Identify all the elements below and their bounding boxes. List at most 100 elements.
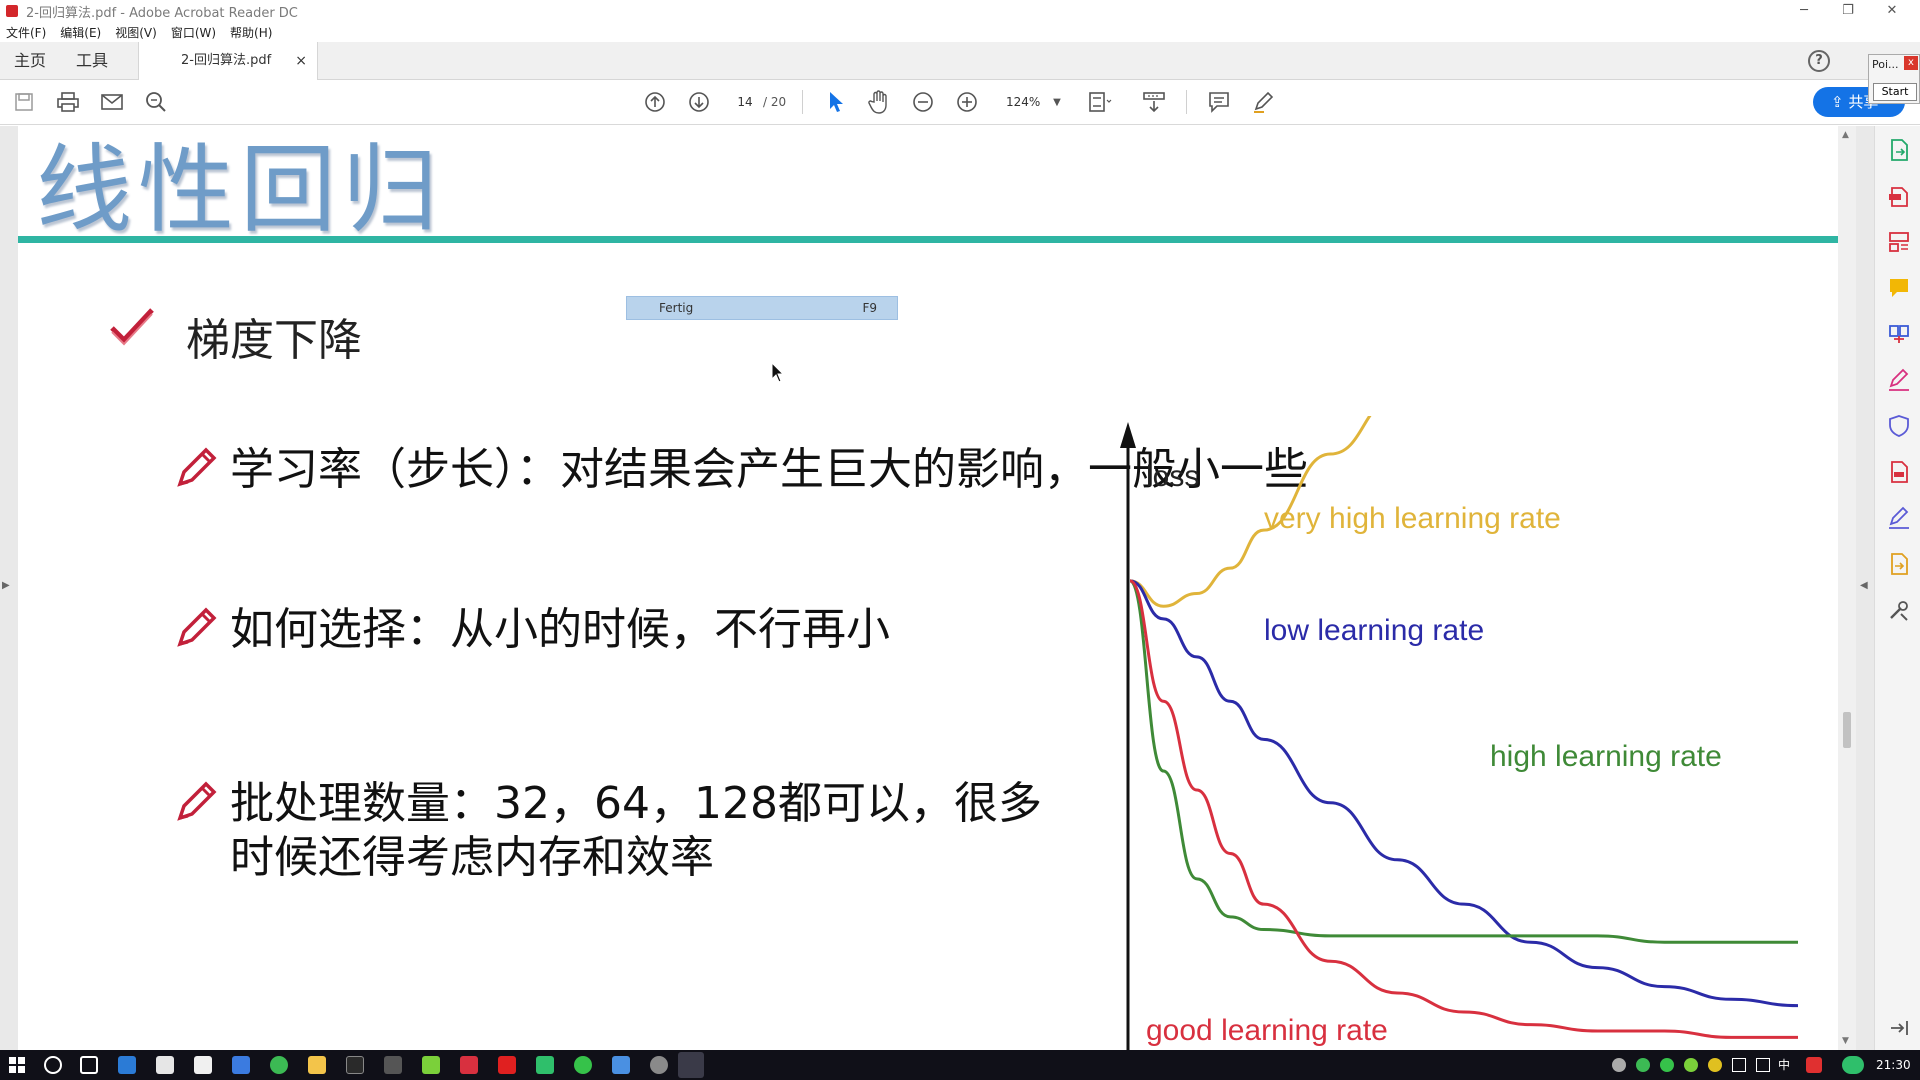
- browser-icon[interactable]: [270, 1056, 288, 1074]
- menu-help[interactable]: 帮助(H): [230, 24, 272, 41]
- cortana-search-icon[interactable]: [44, 1056, 62, 1074]
- series-label-high: high learning rate: [1490, 740, 1722, 773]
- previous-page-icon[interactable]: [641, 89, 669, 115]
- select-cursor-icon[interactable]: [822, 89, 850, 115]
- app-icon[interactable]: [460, 1056, 478, 1074]
- comment-tool-icon[interactable]: [1887, 276, 1911, 300]
- left-pane-toggle-icon[interactable]: ▶: [2, 580, 12, 596]
- scroll-down-icon[interactable]: ▼: [1842, 1036, 1849, 1046]
- tray-icon[interactable]: [1806, 1057, 1822, 1073]
- help-icon[interactable]: ?: [1808, 50, 1830, 72]
- heading-divider: [18, 236, 1838, 243]
- scroll-up-icon[interactable]: ▲: [1842, 130, 1849, 140]
- print-icon[interactable]: [54, 89, 82, 115]
- right-pane-toggle-icon[interactable]: ◀: [1860, 580, 1870, 596]
- export-pdf-icon[interactable]: [1887, 138, 1911, 162]
- pencil-icon: [177, 447, 217, 487]
- more-tools-icon[interactable]: [1887, 598, 1911, 622]
- loss-chart: loss very high learning rate low learnin…: [1120, 416, 1799, 1050]
- app-icon[interactable]: [650, 1056, 668, 1074]
- tray-wechat-icon[interactable]: [1660, 1058, 1674, 1072]
- series-line-3: [1129, 579, 1798, 1039]
- menu-edit[interactable]: 编辑(E): [60, 24, 101, 41]
- menu-view[interactable]: 视图(V): [115, 24, 157, 41]
- app-icon[interactable]: [612, 1056, 630, 1074]
- app-icon[interactable]: [384, 1056, 402, 1074]
- organize-pages-icon[interactable]: [1887, 230, 1911, 254]
- send-file-icon[interactable]: [1887, 552, 1911, 576]
- fill-sign-icon[interactable]: [1887, 368, 1911, 392]
- slide-heading: 线性回归: [36, 134, 444, 246]
- send-for-signature-icon[interactable]: [1887, 506, 1911, 530]
- combine-files-icon[interactable]: [1887, 322, 1911, 346]
- close-window-button[interactable]: ✕: [1870, 0, 1914, 22]
- mini-window-start-button[interactable]: Start: [1873, 83, 1917, 101]
- series-label-good: good learning rate: [1146, 1014, 1388, 1047]
- restore-button[interactable]: ❐: [1826, 0, 1870, 22]
- input-method-indicator[interactable]: 中: [1778, 1050, 1790, 1080]
- store-icon[interactable]: [156, 1056, 174, 1074]
- minimize-button[interactable]: ─: [1782, 0, 1826, 22]
- pdf-file-icon[interactable]: [1887, 460, 1911, 484]
- next-page-icon[interactable]: [685, 89, 713, 115]
- mouse-cursor-icon: [771, 362, 785, 383]
- chevron-down-icon[interactable]: ▼: [1043, 89, 1071, 115]
- tab-document-label: 2-回归算法.pdf: [181, 53, 272, 68]
- task-view-icon[interactable]: [80, 1056, 98, 1074]
- mail-icon[interactable]: [194, 1056, 212, 1074]
- vertical-scrollbar[interactable]: ▲ ▼: [1838, 126, 1856, 1050]
- tray-icon[interactable]: [1636, 1058, 1650, 1072]
- protect-shield-icon[interactable]: [1887, 414, 1911, 438]
- hand-tool-icon[interactable]: [865, 89, 893, 115]
- pencil-icon: [177, 781, 217, 821]
- collapse-pane-icon[interactable]: [1887, 1016, 1911, 1040]
- y-axis-arrow: [1120, 422, 1136, 448]
- save-icon[interactable]: [10, 89, 38, 115]
- series-label-low: low learning rate: [1264, 614, 1484, 647]
- status-popup-label: Fertig: [659, 301, 694, 315]
- active-app-icon[interactable]: [678, 1052, 704, 1078]
- menu-file[interactable]: 文件(F): [6, 24, 46, 41]
- pencil-icon: [177, 607, 217, 647]
- windows-start-icon[interactable]: [8, 1056, 26, 1074]
- right-tools-pane: [1874, 126, 1920, 1050]
- tab-tools[interactable]: 工具: [76, 42, 108, 80]
- file-explorer-icon[interactable]: [308, 1056, 326, 1074]
- wechat-icon[interactable]: [574, 1056, 592, 1074]
- tray-icon[interactable]: [1708, 1058, 1722, 1072]
- scrollbar-thumb[interactable]: [1843, 712, 1851, 748]
- create-pdf-icon[interactable]: [1887, 184, 1911, 208]
- tab-bar: 主页 工具 2-回归算法.pdf × ?: [0, 42, 1920, 81]
- share-icon: ⇪: [1831, 93, 1849, 111]
- menu-window[interactable]: 窗口(W): [171, 24, 216, 41]
- highlight-pen-icon[interactable]: [1249, 89, 1277, 115]
- email-icon[interactable]: [98, 89, 126, 115]
- volume-icon[interactable]: [1756, 1058, 1770, 1072]
- check-icon: [110, 308, 154, 346]
- app-icon[interactable]: [232, 1056, 250, 1074]
- terminal-icon[interactable]: [346, 1056, 364, 1074]
- app-icon[interactable]: [536, 1056, 554, 1074]
- tab-home[interactable]: 主页: [14, 42, 46, 80]
- comment-icon[interactable]: [1205, 89, 1233, 115]
- close-tab-icon[interactable]: ×: [295, 42, 307, 80]
- search-icon[interactable]: [142, 89, 170, 115]
- fit-page-icon[interactable]: [1086, 89, 1114, 115]
- tray-icon[interactable]: [1684, 1058, 1698, 1072]
- zoom-in-icon[interactable]: [953, 89, 981, 115]
- edge-browser-icon[interactable]: [118, 1056, 136, 1074]
- zoom-out-icon[interactable]: [909, 89, 937, 115]
- scroll-mode-icon[interactable]: [1140, 89, 1168, 115]
- page-number-input[interactable]: 14: [728, 92, 762, 112]
- tab-document[interactable]: 2-回归算法.pdf ×: [138, 42, 318, 81]
- mini-window-close-button[interactable]: x: [1904, 56, 1918, 70]
- tray-icon[interactable]: [1612, 1058, 1626, 1072]
- document-area: ▶ 线性回归 梯度下降 Fertig F9 学习率（步长）：对结果会产生巨大的影…: [0, 126, 1874, 1050]
- taskbar-clock: 21:30: [1876, 1058, 1911, 1072]
- tray-icon[interactable]: [1842, 1056, 1864, 1074]
- bullet-batch-size: 批处理数量：32，64，128都可以，很多: [230, 778, 1042, 829]
- acrobat-taskbar-icon[interactable]: [498, 1056, 516, 1074]
- network-icon[interactable]: [1732, 1058, 1746, 1072]
- bullet-batch-size-continued: 时候还得考虑内存和效率: [230, 832, 714, 883]
- app-icon[interactable]: [422, 1056, 440, 1074]
